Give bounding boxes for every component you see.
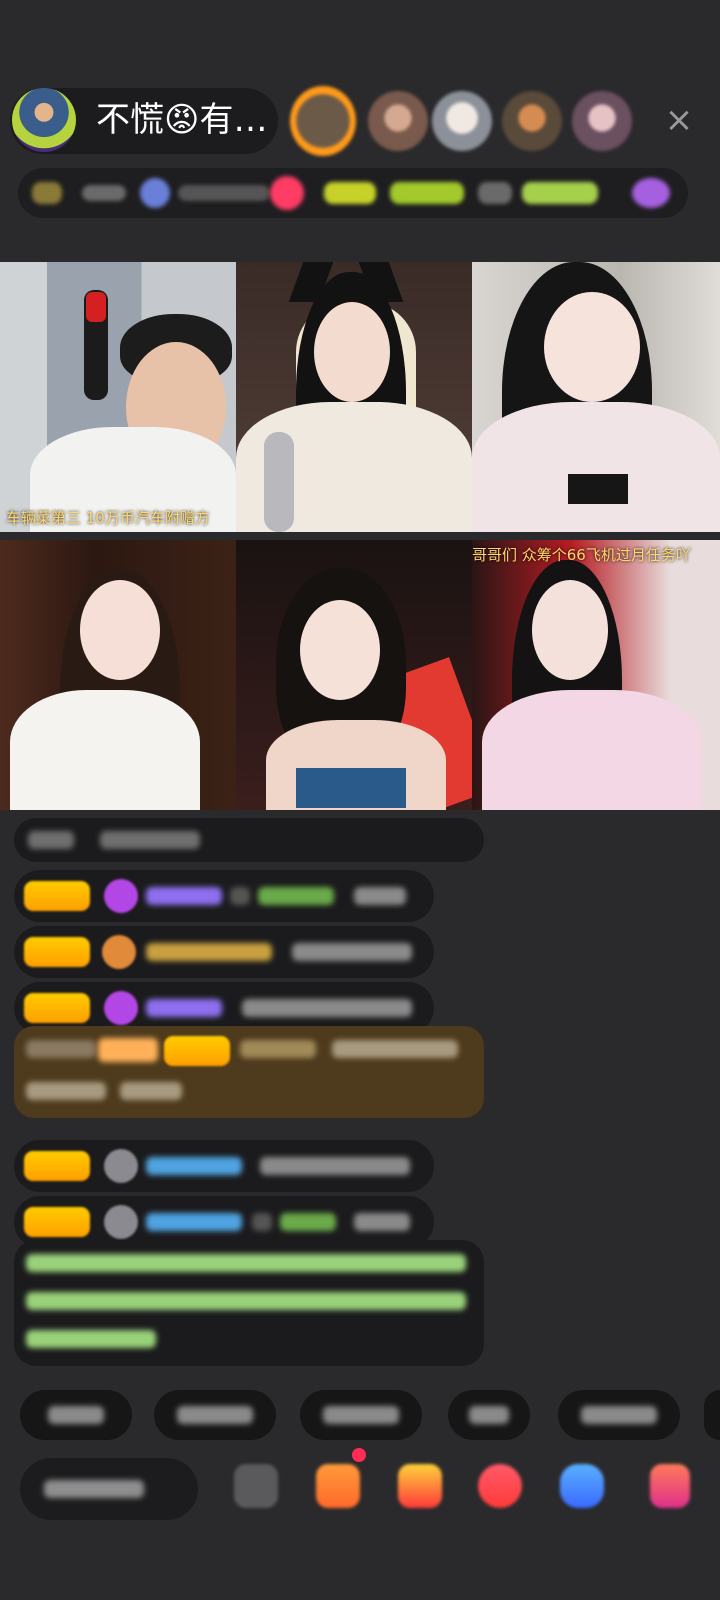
video-tile-4[interactable] [0, 540, 236, 810]
quick-reply-button[interactable] [300, 1390, 422, 1440]
share-icon[interactable] [560, 1464, 604, 1508]
video-tile-6[interactable]: 哥哥们 众筹个66飞机过月任务吖 [472, 540, 720, 810]
video-tile-3[interactable] [472, 262, 720, 532]
task-tag[interactable] [522, 182, 598, 204]
viewer-avatar[interactable] [432, 91, 492, 151]
chat-message[interactable] [14, 926, 434, 978]
rank-tag-text [82, 185, 126, 201]
viewer-avatar[interactable] [572, 91, 632, 151]
host-avatar[interactable] [12, 88, 76, 152]
rank-tag[interactable] [32, 182, 62, 204]
more-icon[interactable] [234, 1464, 278, 1508]
level-badge [24, 1151, 90, 1181]
like-icon[interactable] [478, 1464, 522, 1508]
level-badge [24, 881, 90, 911]
fan-club-icon[interactable] [270, 176, 304, 210]
gem-icon [104, 991, 138, 1025]
quick-reply-button[interactable] [154, 1390, 276, 1440]
level-badge [24, 937, 90, 967]
host-name[interactable]: 不慌😡有… [96, 100, 267, 140]
comment-input[interactable] [20, 1458, 198, 1520]
hot-icon[interactable] [140, 178, 170, 208]
user-avatar-icon [104, 1205, 138, 1239]
video-tile-5[interactable] [236, 540, 472, 810]
gem-icon [104, 879, 138, 913]
tile-caption: 车辆菜第三 10万币汽车附赠方 [6, 509, 210, 527]
level-badge [164, 1036, 230, 1066]
video-tile-1[interactable]: 车辆菜第三 10万币汽车附赠方 [0, 262, 236, 532]
task-tag[interactable] [324, 182, 376, 204]
viewer-avatar[interactable] [502, 91, 562, 151]
special-effect-message[interactable] [14, 1026, 484, 1118]
gift-icon[interactable] [650, 1464, 690, 1508]
live-tag-bar[interactable] [18, 168, 688, 218]
fan-icon [102, 935, 136, 969]
hot-text [178, 185, 270, 201]
user-avatar-icon [104, 1149, 138, 1183]
tile-caption: 哥哥们 众筹个66飞机过月任务吖 [472, 546, 691, 564]
chat-message[interactable] [14, 870, 434, 922]
quick-reply-button[interactable] [558, 1390, 680, 1440]
level-badge [24, 1207, 90, 1237]
close-icon[interactable]: × [662, 98, 696, 142]
video-tile-2[interactable] [236, 262, 472, 532]
task-tag[interactable] [390, 182, 464, 204]
viewer-avatar[interactable] [290, 86, 356, 156]
chat-message[interactable] [14, 818, 484, 862]
quick-reply-button[interactable] [448, 1390, 530, 1440]
task-tag[interactable] [478, 182, 512, 204]
gift-box-icon[interactable] [398, 1464, 442, 1508]
system-notice [14, 1240, 484, 1366]
interact-icon[interactable] [316, 1464, 360, 1508]
task-icon[interactable] [632, 178, 670, 208]
quick-reply-button[interactable] [20, 1390, 132, 1440]
viewer-avatar[interactable] [368, 91, 428, 151]
level-badge [24, 993, 90, 1023]
chat-message[interactable] [14, 1140, 434, 1192]
notification-dot [352, 1448, 366, 1462]
quick-reply-button[interactable] [704, 1390, 720, 1440]
